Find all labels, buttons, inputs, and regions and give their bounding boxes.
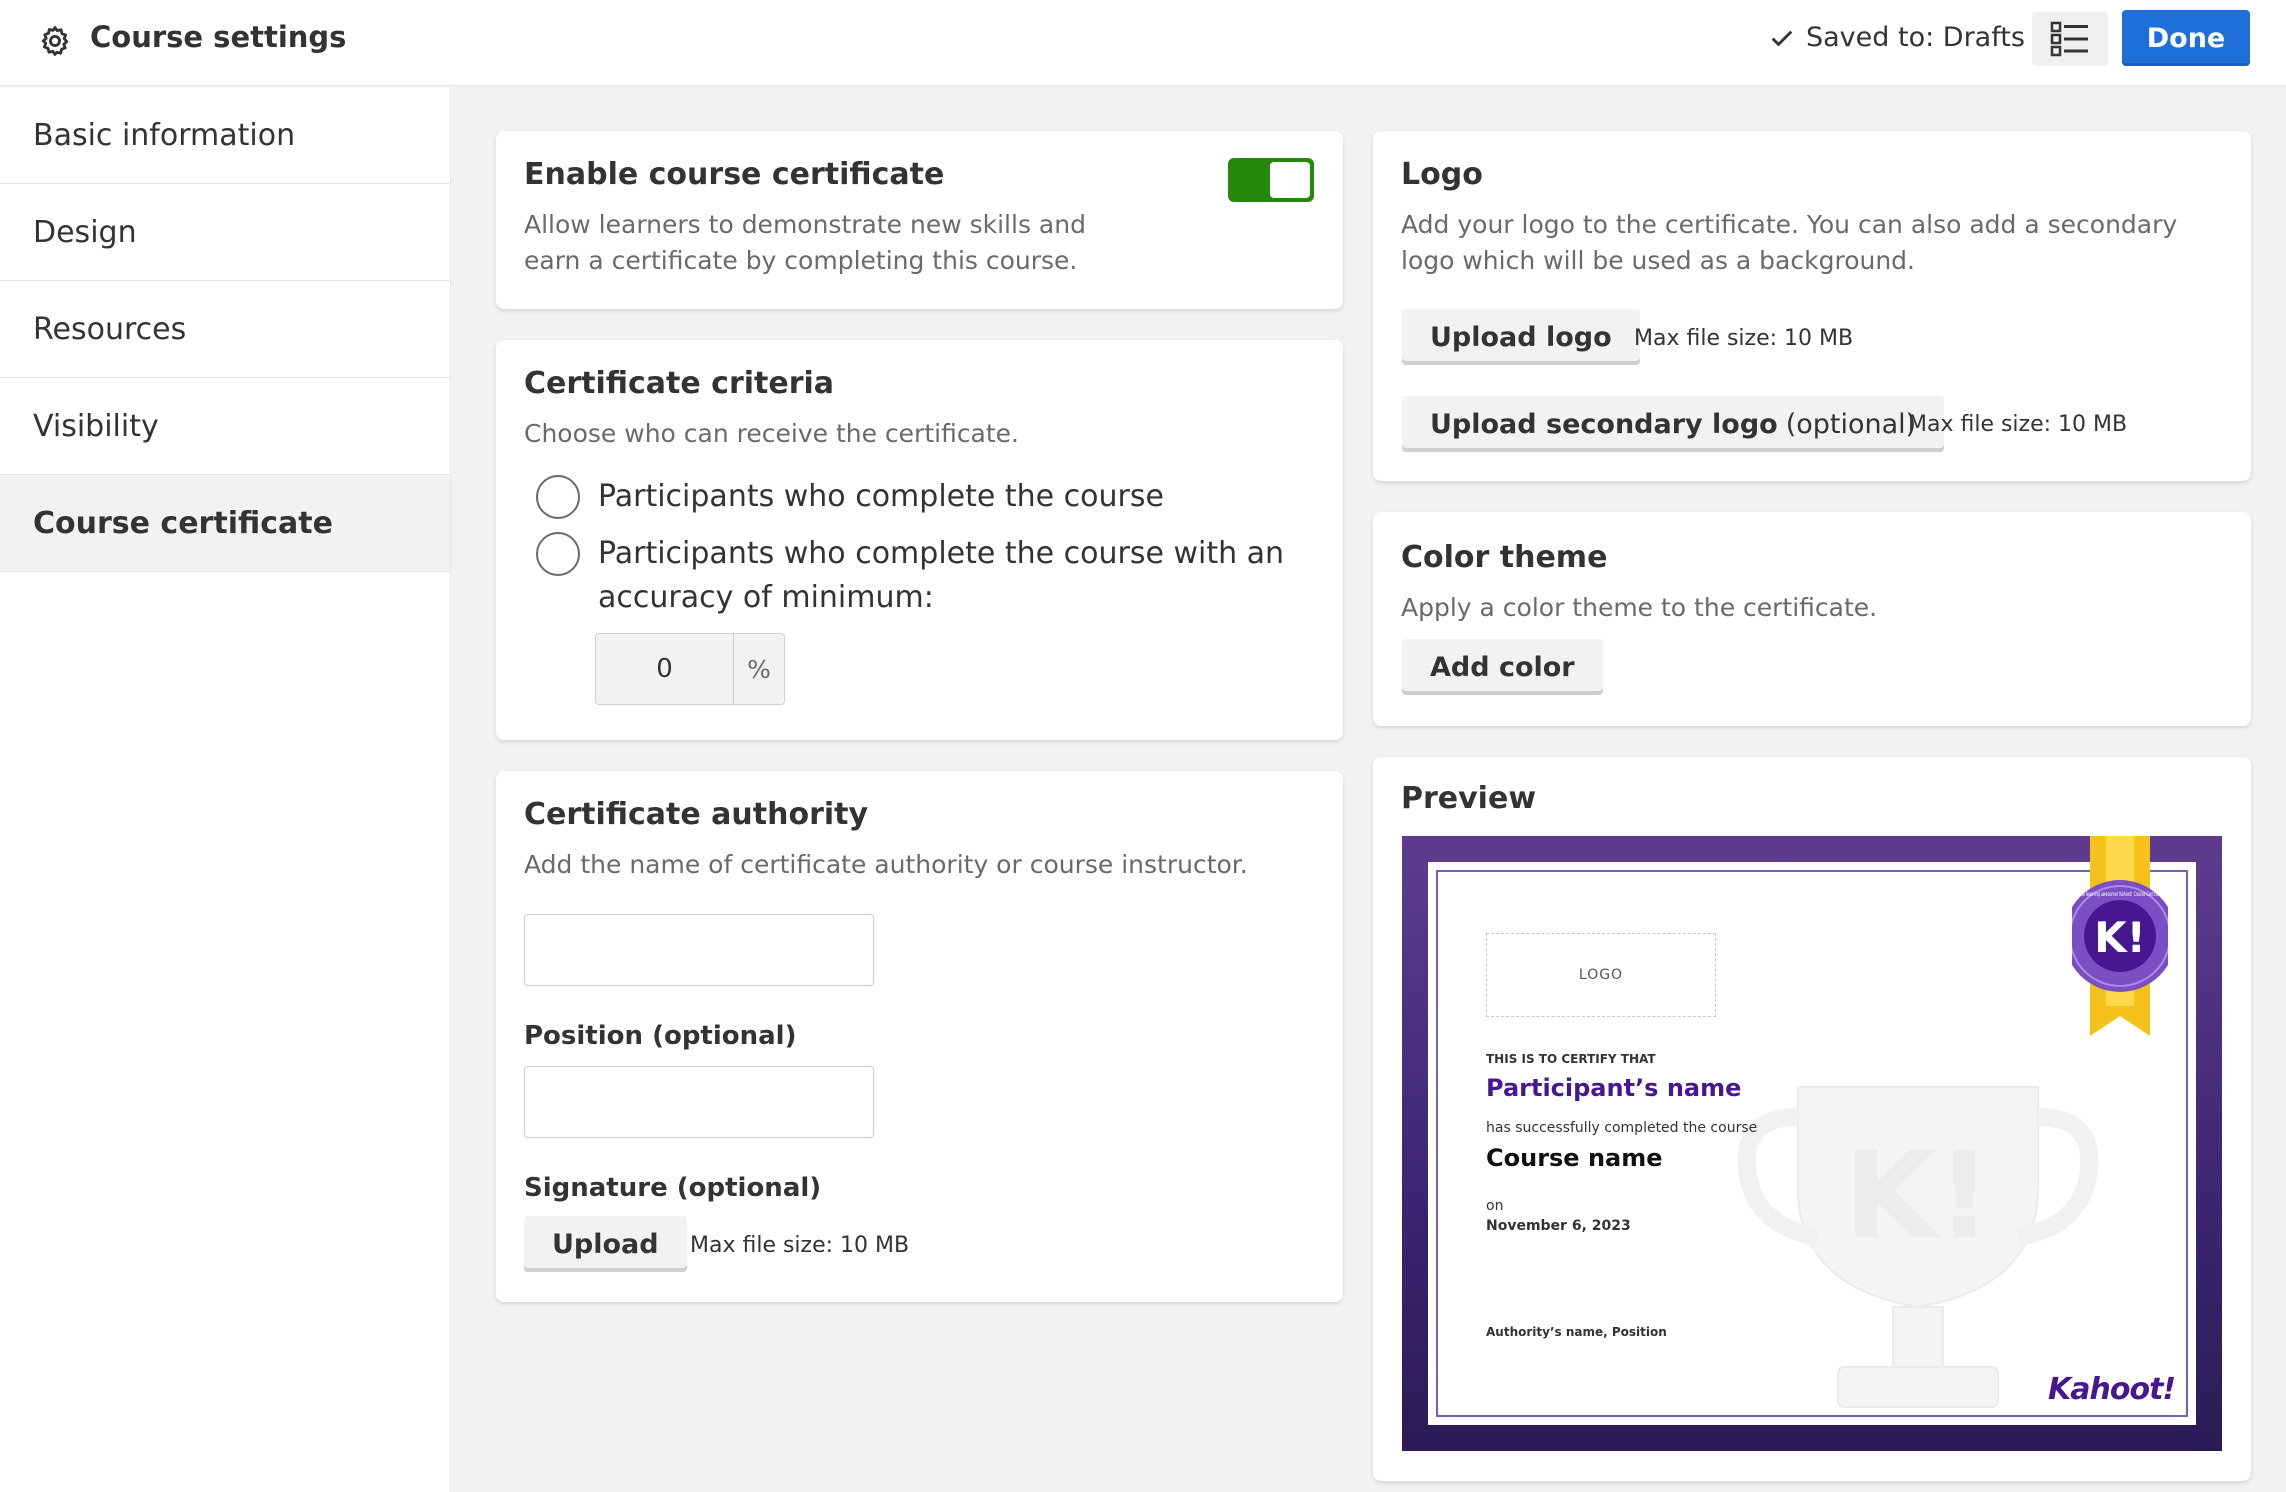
settings-sidebar: Basic information Design Resources Visib… (0, 87, 451, 1492)
enable-certificate-title: Enable course certificate (524, 157, 945, 192)
certificate-authority-text: Authority’s name, Position (1486, 1325, 1667, 1339)
enable-certificate-toggle[interactable] (1228, 158, 1314, 202)
sidebar-item-resources[interactable]: Resources (0, 281, 450, 378)
top-bar: Course settings Saved to: Drafts Done (0, 0, 2286, 86)
preview-title: Preview (1401, 781, 1537, 816)
upload-logo-button[interactable]: Upload logo (1402, 309, 1640, 365)
sidebar-item-design[interactable]: Design (0, 184, 450, 281)
certificate-on-text: on (1486, 1198, 1504, 1214)
upload-logo-max-size: Max file size: 10 MB (1634, 326, 1854, 351)
trophy-watermark-icon: K! (1737, 1086, 2099, 1408)
gear-icon (41, 26, 69, 56)
signature-label: Signature (optional) (524, 1173, 822, 1203)
badge-ring-text: Make learning awesome! Kahoot! Course Ce… (2076, 891, 2164, 898)
certificate-logo-placeholder: LOGO (1486, 933, 1716, 1017)
enable-certificate-card: Enable course certificate Allow learners… (496, 131, 1343, 309)
certificate-completed-text: has successfully completed the course (1486, 1120, 1758, 1136)
criteria-option-accuracy[interactable]: Participants who complete the course wit… (536, 532, 1284, 620)
certificate-certify-text: THIS IS TO CERTIFY THAT (1486, 1052, 1656, 1066)
color-theme-title: Color theme (1401, 540, 1608, 575)
sidebar-item-visibility[interactable]: Visibility (0, 378, 450, 475)
logo-title: Logo (1401, 157, 1483, 192)
radio-label-accuracy: Participants who complete the course wit… (598, 536, 1285, 615)
saved-status: Saved to: Drafts (1768, 22, 2025, 53)
saved-status-text: Saved to: Drafts (1806, 22, 2025, 53)
criteria-desc: Choose who can receive the certificate. (524, 419, 1020, 448)
accuracy-input[interactable]: 0 % (595, 633, 785, 705)
add-color-button[interactable]: Add color (1402, 639, 1603, 695)
sidebar-item-basic-information[interactable]: Basic information (0, 87, 450, 184)
page-title: Course settings (90, 20, 347, 54)
authority-title: Certificate authority (524, 797, 869, 832)
color-theme-desc: Apply a color theme to the certificate. (1401, 593, 1878, 622)
certificate-date: November 6, 2023 (1486, 1218, 1631, 1234)
radio-complete-course[interactable] (536, 475, 580, 519)
signature-upload-button[interactable]: Upload (524, 1216, 687, 1272)
certificate-participant-name: Participant’s name (1486, 1074, 1742, 1102)
position-label: Position (optional) (524, 1021, 797, 1051)
authority-desc: Add the name of certificate authority or… (524, 850, 1248, 879)
criteria-title: Certificate criteria (524, 366, 835, 401)
upload-secondary-logo-button[interactable]: Upload secondary logo (optional) (1402, 396, 1945, 452)
logo-desc: Add your logo to the certificate. You ca… (1401, 210, 2178, 275)
enable-certificate-desc: Allow learners to demonstrate new skills… (524, 210, 1086, 275)
certificate-badge-icon: K! Make learning awesome! Kahoot! Course… (2072, 836, 2168, 1036)
accuracy-value[interactable]: 0 (596, 634, 734, 704)
certificate-course-name: Course name (1486, 1144, 1663, 1172)
toggle-knob (1270, 162, 1310, 198)
checkmark-icon (1771, 30, 1793, 46)
svg-text:K!: K! (1844, 1127, 1992, 1266)
badge-letter: K! (2094, 913, 2146, 962)
outline-view-button[interactable] (2032, 12, 2108, 66)
certificate-preview: K! LOGO THIS IS TO CERTIFY THAT Particip… (1402, 836, 2222, 1451)
radio-accuracy[interactable] (536, 532, 580, 576)
authority-name-input[interactable] (524, 914, 874, 986)
position-input[interactable] (524, 1066, 874, 1138)
signature-max-size: Max file size: 10 MB (690, 1233, 910, 1258)
upload-secondary-logo-max-size: Max file size: 10 MB (1908, 412, 2128, 437)
done-button[interactable]: Done (2122, 10, 2250, 66)
accuracy-unit: % (734, 634, 784, 704)
criteria-option-complete[interactable]: Participants who complete the course (536, 475, 1164, 519)
sidebar-item-course-certificate[interactable]: Course certificate (0, 475, 450, 572)
kahoot-logo: Kahoot! (2048, 1372, 2176, 1407)
list-icon (2050, 21, 2088, 57)
radio-label-complete-course: Participants who complete the course (598, 479, 1164, 514)
